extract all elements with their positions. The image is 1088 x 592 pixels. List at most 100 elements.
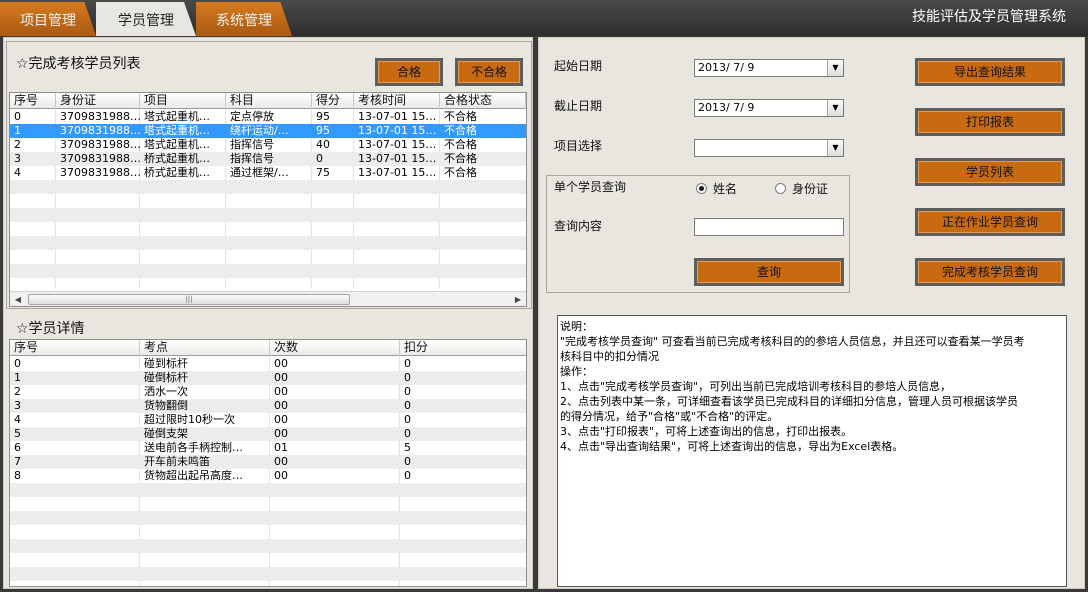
- end-date-value: 2013/ 7/ 9: [698, 101, 755, 114]
- col-header[interactable]: 序号: [10, 93, 56, 109]
- export-results-button[interactable]: 导出查询结果: [915, 58, 1065, 86]
- table-row[interactable]: 0 3709831988… 塔式起重机… 定点停放 95 13-07-01 15… 不合格: [10, 110, 526, 124]
- col-header[interactable]: 次数: [270, 340, 400, 356]
- chevron-down-icon[interactable]: ▼: [827, 140, 843, 156]
- table-row[interactable]: 0 碰到标杆 00 0: [10, 357, 526, 371]
- note-line: 2、点击列表中某一条，可详细查看该学员已完成科目的详细扣分信息，管理人员可根据该…: [560, 395, 1018, 408]
- working-student-query-button[interactable]: 正在作业学员查询: [915, 208, 1065, 236]
- table-cell: 塔式起重机…: [144, 138, 210, 151]
- empty-row: [10, 483, 526, 497]
- top-bar: 项目管理 学员管理 系统管理 技能评估及学员管理系统: [0, 0, 1088, 36]
- col-header[interactable]: 得分: [312, 93, 354, 109]
- radio-selected-icon: [696, 183, 707, 194]
- empty-row: [10, 264, 526, 278]
- empty-row: [10, 539, 526, 553]
- horizontal-scrollbar[interactable]: ◀ ||| ▶: [10, 291, 526, 306]
- empty-row: [10, 194, 526, 208]
- table-cell: 不合格: [444, 152, 477, 165]
- note-line: 1、点击"完成考核学员查询"，可列出当前已完成培训考核科目的参培人员信息，: [560, 380, 952, 393]
- table-row[interactable]: 4 超过限时10秒一次 00 0: [10, 413, 526, 427]
- table-row[interactable]: 7 开车前未鸣笛 00 0: [10, 455, 526, 469]
- end-date-label: 截止日期: [554, 99, 603, 113]
- print-report-button[interactable]: 打印报表: [915, 108, 1065, 136]
- tab-system-management[interactable]: 系统管理: [196, 2, 292, 36]
- table-row[interactable]: 6 送电前各手柄控制… 01 5: [10, 441, 526, 455]
- table-cell: 13-07-01 15…: [358, 110, 437, 123]
- col-header[interactable]: 考点: [140, 340, 270, 356]
- radio-name-label: 姓名: [713, 182, 738, 196]
- table-cell: 0: [404, 427, 411, 440]
- fail-button[interactable]: 不合格: [455, 58, 523, 86]
- col-header[interactable]: 考核时间: [354, 93, 440, 109]
- table-cell: 40: [316, 138, 330, 151]
- col-header[interactable]: 扣分: [400, 340, 526, 356]
- table-cell: 4: [14, 413, 21, 426]
- col-header[interactable]: 序号: [10, 340, 140, 356]
- table-row[interactable]: 2 3709831988… 塔式起重机… 指挥信号 40 13-07-01 15… 不合格: [10, 138, 526, 152]
- radio-name[interactable]: 姓名: [696, 180, 737, 197]
- table-cell: 洒水一次: [144, 385, 188, 398]
- note-line: "完成考核学员查询" 可查看当前已完成考核科目的的参培人员信息，并且还可以查看某…: [560, 335, 1025, 348]
- table-cell: 桥式起重机…: [144, 166, 210, 179]
- student-list-button[interactable]: 学员列表: [915, 158, 1065, 186]
- list-header: 序号 身份证 项目 科目 得分 考核时间 合格状态: [10, 93, 526, 109]
- table-row[interactable]: 5 碰倒支架 00 0: [10, 427, 526, 441]
- table-cell: 00: [274, 371, 288, 384]
- table-cell: 13-07-01 15…: [358, 152, 437, 165]
- scroll-right-icon[interactable]: ▶: [510, 292, 526, 306]
- table-cell: 3: [14, 399, 21, 412]
- table-row[interactable]: 4 3709831988… 桥式起重机… 通过框架/… 75 13-07-01 15… 不合…: [10, 166, 526, 180]
- empty-row: [10, 497, 526, 511]
- completed-student-query-button[interactable]: 完成考核学员查询: [915, 258, 1065, 286]
- note-line: 说明：: [560, 320, 593, 333]
- col-header[interactable]: 合格状态: [440, 93, 526, 109]
- start-date-label: 起始日期: [554, 59, 603, 73]
- note-line: 核科目中的扣分情况: [560, 350, 659, 363]
- project-select[interactable]: ▼: [694, 139, 844, 157]
- completed-student-list[interactable]: 序号 身份证 项目 科目 得分 考核时间 合格状态 0 3709831988… 塔式…: [9, 92, 527, 307]
- chevron-down-icon[interactable]: ▼: [827, 60, 843, 76]
- col-header[interactable]: 科目: [226, 93, 312, 109]
- table-row[interactable]: 1 3709831988… 塔式起重机… 绕杆运动/… 95 13-07-01 15… 不合…: [10, 124, 526, 138]
- col-header[interactable]: 身份证: [56, 93, 140, 109]
- end-date-picker[interactable]: 2013/ 7/ 9 ▼: [694, 99, 844, 117]
- table-cell: 13-07-01 15…: [358, 124, 437, 137]
- table-row[interactable]: 3 3709831988… 桥式起重机… 指挥信号 0 13-07-01 15… 不合格: [10, 152, 526, 166]
- scroll-thumb[interactable]: |||: [28, 294, 350, 305]
- tab-project-management[interactable]: 项目管理: [0, 2, 96, 36]
- col-header[interactable]: 项目: [140, 93, 226, 109]
- empty-row: [10, 278, 526, 292]
- empty-row: [10, 553, 526, 567]
- query-content-input[interactable]: [694, 218, 844, 236]
- query-content-label: 查询内容: [554, 219, 603, 233]
- table-cell: 8: [14, 469, 21, 482]
- empty-row: [10, 250, 526, 264]
- table-cell: 3709831988…: [60, 110, 140, 123]
- empty-row: [10, 511, 526, 525]
- table-cell: 0: [404, 399, 411, 412]
- student-detail-list[interactable]: 序号 考点 次数 扣分 0 碰到标杆 00 0 1 碰倒标杆 00 0 2 洒水一次 00 0 3 货物翻…: [9, 339, 527, 587]
- search-button[interactable]: 查询: [694, 258, 844, 286]
- table-cell: 00: [274, 427, 288, 440]
- tab-student-management[interactable]: 学员管理: [96, 2, 196, 36]
- app-title: 技能评估及学员管理系统: [912, 9, 1066, 25]
- single-query-label: 单个学员查询: [554, 180, 627, 194]
- start-date-picker[interactable]: 2013/ 7/ 9 ▼: [694, 59, 844, 77]
- project-select-label: 项目选择: [554, 139, 603, 153]
- note-line: 的得分情况，给予"合格"或"不合格"的评定。: [560, 410, 779, 423]
- table-cell: 碰到标杆: [144, 357, 188, 370]
- scroll-left-icon[interactable]: ◀: [10, 292, 26, 306]
- completed-list-title: ☆完成考核学员列表: [16, 56, 141, 72]
- table-row[interactable]: 8 货物超出起吊高度… 00 0: [10, 469, 526, 483]
- chevron-down-icon[interactable]: ▼: [827, 100, 843, 116]
- table-cell: 3709831988…: [60, 138, 140, 151]
- empty-row: [10, 180, 526, 194]
- table-cell: 0: [404, 469, 411, 482]
- table-row[interactable]: 1 碰倒标杆 00 0: [10, 371, 526, 385]
- table-cell: 碰倒标杆: [144, 371, 188, 384]
- pass-button[interactable]: 合格: [375, 58, 443, 86]
- radio-id-card[interactable]: 身份证: [775, 180, 828, 197]
- table-row[interactable]: 3 货物翻倒 00 0: [10, 399, 526, 413]
- instructions-box: 说明： "完成考核学员查询" 可查看当前已完成考核科目的的参培人员信息，并且还可…: [557, 315, 1067, 587]
- table-row[interactable]: 2 洒水一次 00 0: [10, 385, 526, 399]
